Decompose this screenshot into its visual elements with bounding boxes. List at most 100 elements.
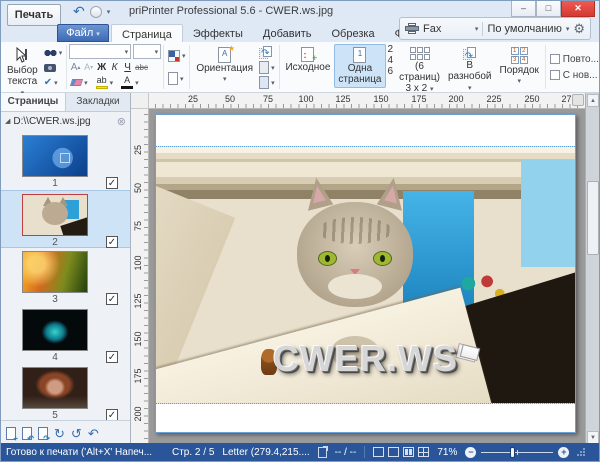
grid-view-button[interactable] (418, 447, 429, 457)
grow-font-button[interactable]: A▴ (69, 60, 82, 74)
thumbnail-image-1[interactable] (22, 135, 88, 177)
tab-insert[interactable]: Добавить (253, 24, 322, 42)
tab-crop[interactable]: Обрезка (322, 24, 385, 42)
preset-6-pages[interactable]: 6 (388, 66, 394, 77)
font-color-button[interactable]: A ▾ (119, 75, 141, 90)
zoom-slider-handle[interactable] (510, 447, 515, 458)
font-size-select[interactable]: ▾ (133, 44, 161, 59)
thumbnail-image-2[interactable] (22, 194, 88, 236)
shuffle-button[interactable]: ↷ В разнобой ▾ (444, 44, 496, 97)
rotate-cw-button[interactable]: ↻ (54, 427, 65, 440)
zoom-control: − + (465, 447, 569, 458)
thumbnail-image-5[interactable] (22, 367, 88, 409)
highlight-button[interactable]: ab ▾ (94, 75, 116, 90)
preset-2-pages[interactable]: 2 (388, 44, 394, 55)
minimize-button[interactable]: – (511, 1, 536, 17)
page-option-button-1[interactable]: ▾ (257, 60, 277, 75)
book-view-button[interactable] (373, 447, 384, 457)
document-close-icon[interactable]: ⊗ (117, 115, 126, 128)
horizontal-ruler[interactable]: 25 50 75 100 125 150 175 200 225 250 275 (149, 93, 585, 109)
highlight-icon: ab (96, 76, 108, 89)
thumbnail-image-4[interactable] (22, 309, 88, 351)
order-button[interactable]: 1234 Порядок ▾ (496, 44, 543, 90)
paper-size-indicator[interactable]: Letter (279.4,215.... (222, 447, 309, 458)
maximize-button[interactable]: □ (536, 1, 561, 17)
thumbnail-image-3[interactable] (22, 251, 88, 293)
file-menu-button[interactable]: Файл ▾ (57, 24, 109, 42)
zoom-level[interactable]: 71% (437, 447, 457, 458)
page-checkbox[interactable]: ✓ (106, 293, 118, 305)
document-name[interactable]: D:\\CWER.ws.jpg (13, 116, 113, 127)
insert-page-after-button[interactable]: ↷ (38, 427, 48, 440)
profile-select[interactable]: По умолчанию (487, 23, 561, 35)
printer-name-select[interactable]: Fax (423, 23, 471, 35)
tab-effects[interactable]: Эффекты (183, 24, 253, 42)
page-preview[interactable]: CWER.WS (155, 114, 576, 433)
preview-canvas[interactable]: CWER.WS (149, 109, 585, 445)
page-indicator[interactable]: Стр. 2 / 5 (172, 447, 214, 458)
page-checkbox[interactable]: ✓ (106, 177, 118, 189)
rotate-180-button[interactable]: ↶ (88, 427, 99, 440)
thumbnail-page-3[interactable]: 3 ✓ (1, 248, 130, 306)
vertical-ruler[interactable]: 25 50 75 100 125 150 175 200 (131, 109, 149, 445)
eraser-button[interactable]: ▾ (69, 75, 90, 90)
refresh-circle-icon[interactable] (90, 6, 102, 18)
zoom-out-button[interactable]: − (465, 447, 476, 458)
thumbnail-page-5[interactable]: 5 ✓ (1, 364, 130, 420)
original-layout-button[interactable]: :+ Исходное (281, 44, 334, 76)
snapshot-button[interactable] (42, 60, 65, 75)
eraser-icon (70, 79, 83, 86)
insert-page-before-button[interactable]: ↶ (22, 427, 32, 440)
qat-dropdown-icon[interactable]: ▾ (107, 8, 111, 16)
paper-button[interactable]: ▾ (166, 71, 186, 86)
shrink-font-button[interactable]: A▾ (82, 60, 95, 74)
markup-button[interactable]: ✔▾ (42, 75, 65, 90)
printer-settings-gear-icon[interactable]: ⚙ (573, 21, 585, 37)
hruler-label: 150 (371, 94, 391, 104)
single-page-view-button[interactable] (388, 447, 399, 457)
strikethrough-button[interactable]: abc (134, 60, 149, 74)
six-pages-grid-icon (410, 47, 430, 60)
undo-icon[interactable]: ↶ (73, 3, 85, 20)
zoom-slider[interactable] (481, 447, 553, 458)
rotate-ccw-button[interactable]: ↺ (71, 427, 82, 440)
underline-button[interactable]: Ч (121, 60, 134, 74)
orientation-button[interactable]: A ★ Ориентация ▾ (192, 44, 257, 88)
scrollbar-thumb[interactable] (587, 181, 599, 255)
repeat-checkbox[interactable] (550, 54, 560, 64)
refresh-pages-button[interactable]: ↷ (257, 45, 277, 60)
italic-button[interactable]: К (108, 60, 121, 74)
collapse-icon[interactable]: ◢ (5, 117, 10, 125)
hruler-label: 250 (522, 94, 542, 104)
close-button[interactable]: ✕ (561, 1, 595, 17)
resize-grip[interactable] (577, 448, 585, 456)
page-checkbox[interactable]: ✓ (106, 236, 118, 248)
paper-icon[interactable] (318, 447, 327, 458)
vertical-scrollbar[interactable]: ▲ ▼ (585, 93, 599, 445)
find-button[interactable]: ▾ (42, 45, 65, 60)
bold-button[interactable]: Ж (95, 60, 108, 74)
profile-dropdown-icon[interactable]: ▾ (566, 25, 570, 33)
page-option-button-2[interactable]: ▾ (257, 75, 277, 90)
ruler-options-button[interactable] (572, 94, 584, 106)
thumbnail-page-1[interactable]: 1 ✓ (1, 132, 130, 190)
zoom-in-button[interactable]: + (558, 447, 569, 458)
from-new-page-checkbox-label: С нов... (563, 70, 598, 81)
printer-dropdown-icon[interactable]: ▾ (475, 25, 479, 33)
facing-pages-view-button[interactable] (403, 447, 414, 457)
thumbnail-page-2[interactable]: 2 ✓ (1, 190, 130, 248)
page-checkbox[interactable]: ✓ (106, 409, 118, 420)
six-pages-button[interactable]: (6 страниц) 3 x 2 ▾ (395, 44, 444, 98)
scroll-up-button[interactable]: ▲ (587, 94, 599, 107)
sidebar-tab-bookmarks[interactable]: Закладки (66, 93, 130, 111)
preset-4-pages[interactable]: 4 (388, 55, 394, 66)
sidebar-tab-pages[interactable]: Страницы (1, 93, 66, 111)
from-new-page-checkbox[interactable] (550, 70, 560, 80)
thumbnail-page-4[interactable]: 4 ✓ (1, 306, 130, 364)
page-checkbox[interactable]: ✓ (106, 351, 118, 363)
font-name-select[interactable]: ▾ (69, 44, 131, 59)
new-page-button[interactable]: + (6, 427, 16, 440)
tab-page[interactable]: Страница (111, 24, 183, 42)
one-page-button[interactable]: 1 Одна страница (334, 44, 385, 88)
page-color-button[interactable]: ▾ (166, 48, 188, 63)
